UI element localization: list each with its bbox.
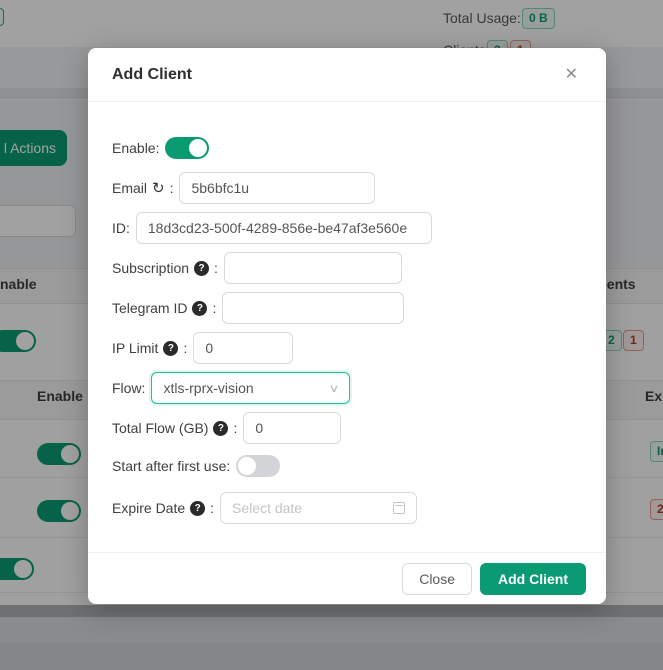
expire-date-picker[interactable]: Select date (220, 492, 417, 524)
toggle-knob (238, 457, 256, 475)
add-client-button[interactable]: Add Client (480, 563, 586, 595)
modal-footer: Close Add Client (88, 552, 606, 604)
subscription-field[interactable] (224, 252, 402, 284)
id-field[interactable] (136, 212, 432, 244)
add-client-modal: Add Client ✕ Enable: Email ↻ : ID: (88, 48, 606, 604)
enable-row: Enable: (112, 132, 582, 164)
start-after-first-use-row: Start after first use: (112, 452, 582, 480)
flow-row: Flow: xtls-rprx-vision ∨ (112, 372, 582, 404)
calendar-icon (393, 502, 405, 514)
close-icon[interactable]: ✕ (561, 63, 582, 87)
telegram-row: Telegram ID ? : (112, 292, 582, 324)
expire-date-placeholder: Select date (232, 500, 302, 516)
email-label: Email ↻ : (112, 179, 173, 197)
enable-toggle[interactable] (165, 137, 209, 159)
telegram-label: Telegram ID ? : (112, 300, 216, 316)
refresh-icon[interactable]: ↻ (152, 179, 165, 197)
total-flow-label: Total Flow (GB) ? : (112, 420, 237, 436)
modal-body: Enable: Email ↻ : ID: Subscriptio (88, 102, 606, 552)
ip-limit-label: IP Limit ? : (112, 340, 187, 356)
email-field[interactable] (179, 172, 375, 204)
flow-label: Flow: (112, 380, 145, 396)
subscription-label: Subscription ? : (112, 260, 218, 276)
chevron-down-icon: ∨ (329, 382, 340, 395)
expire-date-row: Expire Date ? : Select date (112, 492, 582, 524)
flow-selected-value: xtls-rprx-vision (163, 380, 253, 396)
total-flow-row: Total Flow (GB) ? : (112, 412, 582, 444)
help-icon[interactable]: ? (213, 421, 228, 436)
close-button[interactable]: Close (402, 563, 472, 595)
ip-limit-row: IP Limit ? : (112, 332, 582, 364)
email-row: Email ↻ : (112, 172, 582, 204)
telegram-id-field[interactable] (222, 292, 404, 324)
start-after-first-use-toggle[interactable] (236, 455, 280, 477)
expire-date-label: Expire Date ? : (112, 500, 214, 516)
subscription-row: Subscription ? : (112, 252, 582, 284)
help-icon[interactable]: ? (194, 261, 209, 276)
id-row: ID: (112, 212, 582, 244)
total-flow-field[interactable] (243, 412, 341, 444)
start-after-first-use-label: Start after first use: (112, 458, 230, 474)
toggle-knob (189, 139, 207, 157)
ip-limit-field[interactable] (193, 332, 293, 364)
app-screen: Total Usage: 0 B Clients: 2 1 l Actions … (0, 0, 663, 670)
modal-title: Add Client (112, 66, 192, 84)
help-icon[interactable]: ? (163, 341, 178, 356)
flow-select[interactable]: xtls-rprx-vision ∨ (151, 372, 350, 404)
help-icon[interactable]: ? (192, 301, 207, 316)
modal-header: Add Client ✕ (88, 48, 606, 102)
enable-label: Enable: (112, 140, 159, 156)
id-label: ID: (112, 220, 130, 236)
help-icon[interactable]: ? (190, 501, 205, 516)
